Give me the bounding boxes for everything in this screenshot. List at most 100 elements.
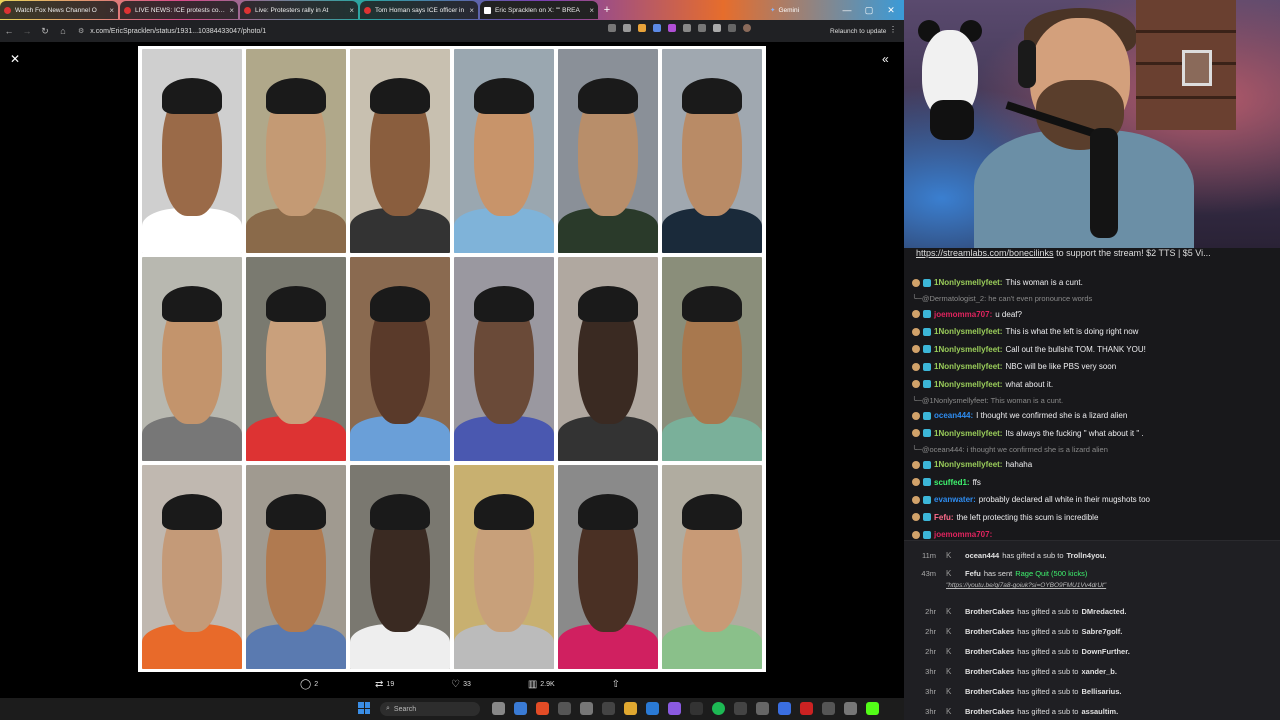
pinned-link[interactable]: https://streamlabs.com/bonecilinks — [916, 248, 1054, 258]
edge-icon[interactable] — [514, 702, 527, 715]
extension-icon[interactable] — [653, 24, 661, 32]
tab-protesters-rally[interactable]: Live: Protesters rally in At × — [240, 1, 358, 19]
download-icon[interactable] — [728, 24, 736, 32]
url-field[interactable]: ⚙ x.com/EricSpracklen/status/1931...10384… — [78, 24, 598, 38]
home-button[interactable]: ⌂ — [54, 20, 72, 42]
taskbar-search[interactable]: ⌕ Search — [380, 702, 480, 716]
gifter-username[interactable]: BrotherCakes — [965, 607, 1014, 616]
reload-button[interactable]: ↻ — [36, 20, 54, 42]
gifter-username[interactable]: ocean444 — [965, 551, 999, 560]
maximize-button[interactable]: ▢ — [858, 0, 880, 20]
profile-avatar[interactable] — [743, 24, 751, 32]
gifter-username[interactable]: BrotherCakes — [965, 667, 1014, 676]
chat-message: 1Nonlysmellyfeet: Call out the bullshit T… — [912, 341, 1276, 359]
relaunch-button[interactable]: Relaunch to update — [830, 25, 886, 37]
event-target: Bellisarius. — [1081, 686, 1122, 696]
spotify-icon[interactable] — [712, 702, 725, 715]
collapse-icon[interactable]: « — [882, 52, 889, 66]
repost-icon: ⇄ — [375, 678, 384, 690]
mugshot-collage-image[interactable] — [138, 46, 766, 672]
app-icon[interactable] — [822, 702, 835, 715]
chat-username[interactable]: evanwater: — [934, 493, 976, 506]
app-icon[interactable] — [778, 702, 791, 715]
close-tab-icon[interactable]: × — [589, 6, 594, 15]
chat-username[interactable]: 1Nonlysmellyfeet: — [934, 343, 1002, 356]
close-window-button[interactable]: ✕ — [880, 0, 902, 20]
install-icon[interactable] — [608, 24, 616, 32]
close-tab-icon[interactable]: × — [109, 6, 114, 15]
chat-username[interactable]: 1Nonlysmellyfeet: — [934, 360, 1002, 373]
event-action: has gifted a sub to — [1017, 606, 1079, 616]
task-view-icon[interactable] — [492, 702, 505, 715]
emote-icon — [912, 429, 920, 438]
chat-username[interactable]: joemomma707: — [934, 308, 992, 321]
event-time: 2hr — [925, 626, 936, 636]
tab-tom-homan[interactable]: Tom Homan says ICE officer in × — [360, 1, 478, 19]
chat-username[interactable]: 1Nonlysmellyfeet: — [934, 458, 1002, 471]
settings-icon[interactable] — [756, 702, 769, 715]
extensions-puzzle-icon[interactable] — [698, 24, 706, 32]
app-icon[interactable] — [602, 702, 615, 715]
reply-button[interactable]: ◯ 2 — [300, 679, 318, 690]
minimize-button[interactable]: — — [836, 0, 858, 20]
kick-icon[interactable] — [866, 702, 879, 715]
new-tab-button[interactable]: + — [600, 1, 614, 19]
plush-toy-body — [930, 100, 974, 140]
windows-start-icon[interactable] — [358, 702, 370, 714]
views-button[interactable]: ▥ 2.9K — [528, 679, 555, 690]
chat-username[interactable]: 1Nonlysmellyfeet: — [934, 378, 1002, 391]
extension-icon[interactable] — [668, 24, 676, 32]
app-icon[interactable] — [844, 702, 857, 715]
close-tab-icon[interactable]: × — [349, 6, 354, 15]
mugshot-photo — [662, 465, 762, 669]
app-icon[interactable] — [558, 702, 571, 715]
app-icon[interactable] — [668, 702, 681, 715]
chat-username[interactable]: 1Nonlysmellyfeet: — [934, 276, 1002, 289]
chrome-icon[interactable] — [536, 702, 549, 715]
app-icon[interactable] — [580, 702, 593, 715]
like-button[interactable]: ♡ 33 — [451, 679, 471, 690]
tab-fox-news[interactable]: Watch Fox News Channel O × — [0, 1, 118, 19]
file-explorer-icon[interactable] — [624, 702, 637, 715]
back-button[interactable]: ← — [0, 20, 18, 42]
app-icon[interactable] — [734, 702, 747, 715]
share-button[interactable]: ⇧ — [612, 679, 620, 690]
close-tab-icon[interactable]: × — [469, 6, 474, 15]
chat-text: hahaha — [1005, 460, 1033, 470]
gifter-username[interactable]: BrotherCakes — [965, 687, 1014, 696]
app-icon[interactable] — [646, 702, 659, 715]
forward-button[interactable]: → — [18, 20, 36, 42]
gifter-username[interactable]: BrotherCakes — [965, 647, 1014, 656]
emote-icon — [912, 460, 920, 469]
gifter-username[interactable]: BrotherCakes — [965, 707, 1014, 716]
bookmark-star-icon[interactable] — [623, 24, 631, 32]
sidebar-icon[interactable] — [713, 24, 721, 32]
tab-gemini[interactable]: ✦ Gemini — [770, 1, 830, 19]
tab-live-news-ice[interactable]: LIVE NEWS: ICE protests contin × — [120, 1, 238, 19]
close-icon[interactable]: ✕ — [10, 52, 20, 66]
microphone — [1090, 128, 1118, 238]
repost-button[interactable]: ⇄ 19 — [375, 679, 394, 690]
extension-icon[interactable] — [638, 24, 646, 32]
chat-username[interactable]: 1Nonlysmellyfeet: — [934, 427, 1002, 440]
kick-gift-icon: K — [946, 569, 952, 578]
mugshot-photo — [662, 257, 762, 461]
extension-icon[interactable] — [683, 24, 691, 32]
chat-username[interactable]: ocean444: — [934, 409, 973, 422]
close-tab-icon[interactable]: × — [229, 6, 234, 15]
chat-username[interactable]: 1Nonlysmellyfeet: — [934, 325, 1002, 338]
gifter-username[interactable]: Fefu — [965, 569, 981, 578]
chat-username[interactable]: Fefu: — [934, 511, 954, 524]
tab-eric-spracklen[interactable]: Eric Spracklen on X: "" BREA × — [480, 1, 598, 19]
share-icon: ⇧ — [611, 678, 620, 690]
gifter-username[interactable]: BrotherCakes — [965, 627, 1014, 636]
chat-message: 1Nonlysmellyfeet: what about it. — [912, 376, 1276, 394]
chat-message: Fefu: the left protecting this scum is in… — [912, 509, 1276, 527]
subscriber-badge-icon — [923, 310, 931, 319]
chat-username[interactable]: scuffed1: — [934, 476, 970, 489]
more-menu-icon[interactable]: ⋮ — [889, 25, 897, 34]
subscriber-badge-icon — [923, 513, 931, 522]
app-icon[interactable] — [800, 702, 813, 715]
event-link[interactable]: "https://youtu.be/qi7a8-goiuk?si=OYBO9FM… — [946, 582, 1106, 589]
obs-icon[interactable] — [690, 702, 703, 715]
